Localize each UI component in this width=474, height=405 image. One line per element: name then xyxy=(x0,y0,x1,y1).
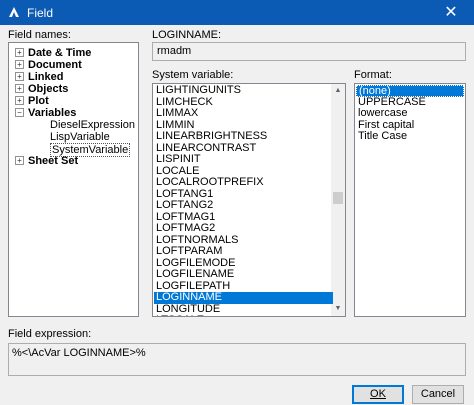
scroll-thumb[interactable] xyxy=(333,192,343,204)
system-variable-label: System variable: xyxy=(152,69,234,81)
cancel-button[interactable]: Cancel xyxy=(412,385,464,404)
tree-item-label: Plot xyxy=(28,95,49,107)
tree-item-label: Variables xyxy=(28,107,77,119)
window-title: Field xyxy=(27,6,54,20)
variable-list-item[interactable]: LIGHTINGUNITS xyxy=(154,84,333,97)
tree-item-label: DieselExpression xyxy=(50,119,135,131)
format-list-item[interactable]: (none) xyxy=(356,85,464,97)
scroll-up-arrow-icon[interactable]: ▲ xyxy=(331,84,345,98)
variable-list-item[interactable]: LOFTPARAM xyxy=(154,245,333,258)
format-label: Format: xyxy=(354,69,392,81)
variable-list-item[interactable]: LOGINNAME xyxy=(154,291,333,304)
dialog-body: Field names: + Date & Time + Document + Linke… xyxy=(0,25,474,405)
field-expression-field: %<\AcVar LOGINNAME>% xyxy=(8,343,466,376)
tree-item-label: Document xyxy=(28,59,82,71)
tree-item-label: Objects xyxy=(28,83,69,95)
field-expression-label: Field expression: xyxy=(8,328,92,340)
close-button[interactable]: ✕ xyxy=(428,0,474,25)
scroll-down-arrow-icon[interactable]: ▼ xyxy=(331,302,345,316)
close-icon: ✕ xyxy=(444,4,458,21)
tree-item-label: Sheet Set xyxy=(28,155,79,167)
title-bar[interactable]: Field ✕ xyxy=(0,0,474,25)
variable-list-scrollbar[interactable]: ▲ ▼ xyxy=(331,84,345,316)
format-list-item[interactable]: lowercase xyxy=(356,107,464,120)
variable-list-item[interactable]: LOFTMAG2 xyxy=(154,222,333,235)
variable-list-item[interactable]: LTSCALE xyxy=(154,314,333,316)
field-names-label: Field names: xyxy=(8,29,71,41)
ok-button[interactable]: OK xyxy=(352,385,404,404)
tree-item-label: Linked xyxy=(28,71,64,83)
expand-icon[interactable]: + xyxy=(15,48,24,57)
variable-list-item[interactable]: LOGFILENAME xyxy=(154,268,333,281)
system-variable-list[interactable]: ▲ ▼ LIGHTINGUNITS LIMCHECK LIMMAX LIMMIN LIN… xyxy=(152,83,346,317)
loginname-value-field: rmadm xyxy=(152,42,466,61)
expand-icon[interactable]: + xyxy=(15,72,24,81)
ok-button-label: OK xyxy=(370,388,386,400)
variable-list-item[interactable]: LISPINIT xyxy=(154,153,333,166)
value-caption: LOGINNAME: xyxy=(152,29,222,41)
variable-list-item[interactable]: LOCALROOTPREFIX xyxy=(154,176,333,189)
tree-item-label: LispVariable xyxy=(50,131,110,143)
expand-icon[interactable]: + xyxy=(15,84,24,93)
collapse-icon[interactable]: − xyxy=(15,108,24,117)
field-names-tree[interactable]: + Date & Time + Document + Linked + Objects + Plo… xyxy=(8,42,139,317)
expand-icon[interactable]: + xyxy=(15,156,24,165)
format-list-item[interactable]: Title Case xyxy=(356,130,464,143)
app-logo-icon xyxy=(9,7,19,17)
format-list[interactable]: (none) UPPERCASE lowercase First capital Tit… xyxy=(354,83,466,317)
tree-item-label: Date & Time xyxy=(28,47,92,59)
variable-list-item[interactable]: LIMMAX xyxy=(154,107,333,120)
variable-list-item[interactable]: LINEARBRIGHTNESS xyxy=(154,130,333,143)
expand-icon[interactable]: + xyxy=(15,96,24,105)
variable-list-item[interactable]: LOFTANG2 xyxy=(154,199,333,212)
expand-icon[interactable]: + xyxy=(15,60,24,69)
